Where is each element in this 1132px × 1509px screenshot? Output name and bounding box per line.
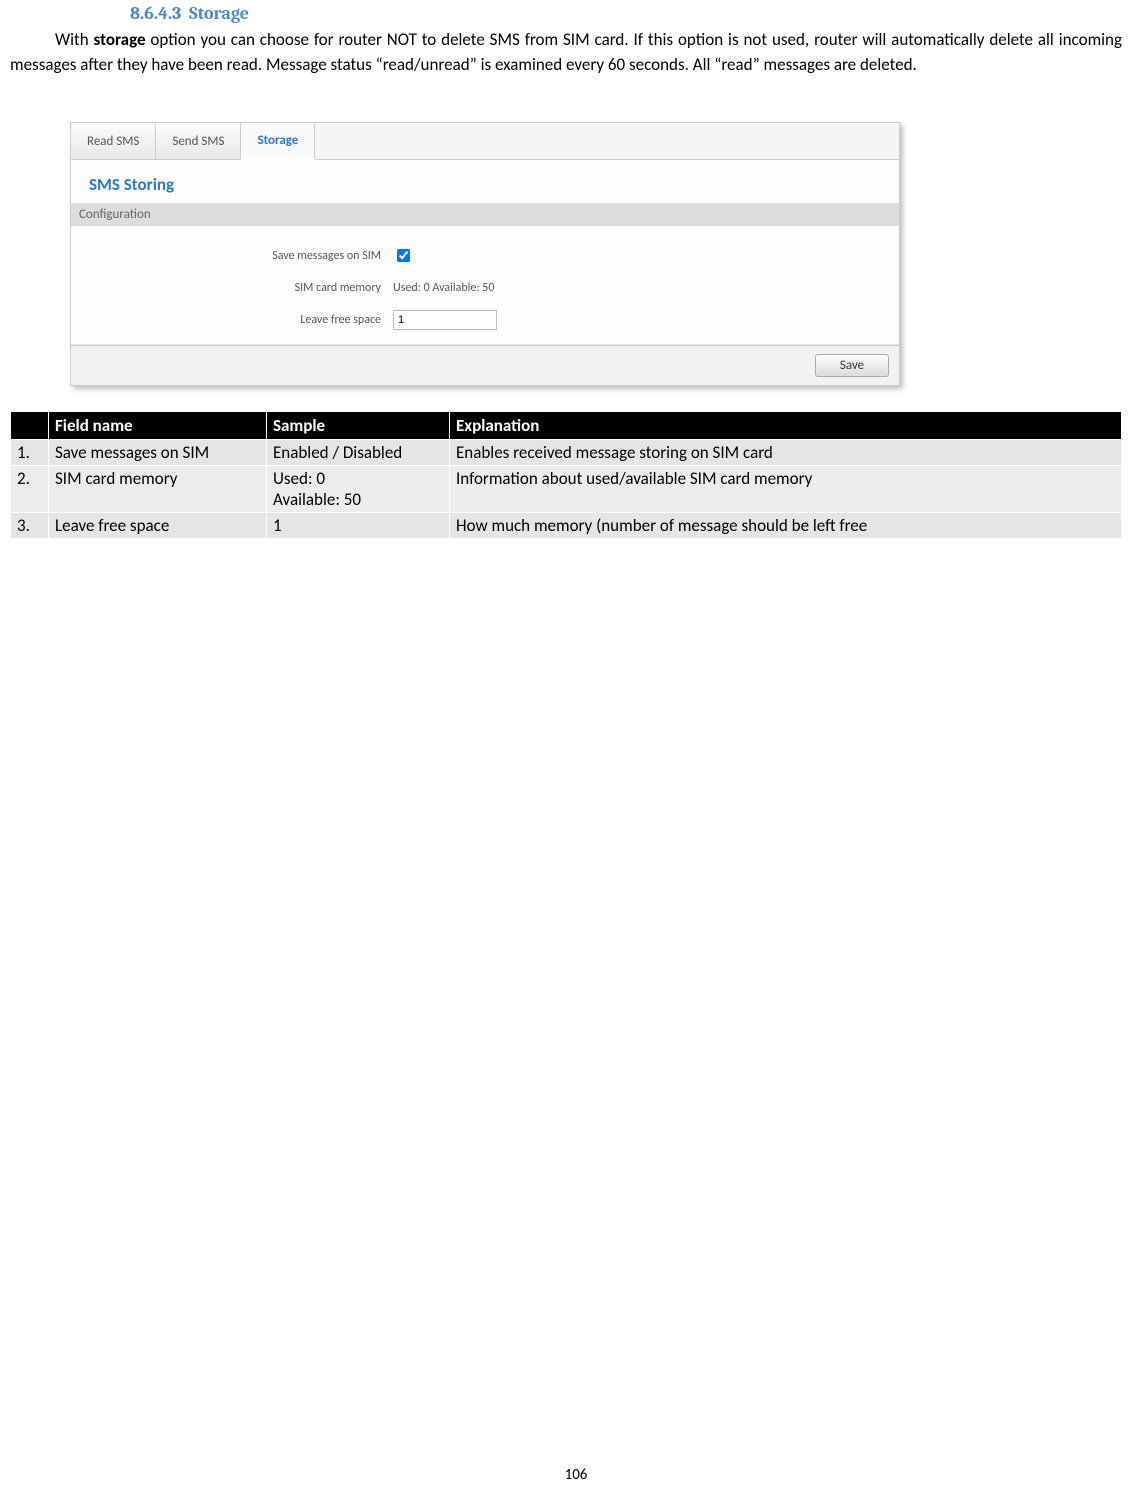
- section-title: Storage: [189, 3, 249, 24]
- th-sample: Sample: [267, 412, 450, 440]
- cell-num: 3.: [11, 513, 49, 539]
- th-field: Field name: [49, 412, 267, 440]
- cell-num: 1.: [11, 440, 49, 466]
- table-row: 2. SIM card memory Used: 0 Available: 50…: [11, 466, 1122, 513]
- table-row: 1. Save messages on SIM Enabled / Disabl…: [11, 440, 1122, 466]
- value-sim-memory: Used: 0 Available: 50: [389, 281, 494, 295]
- page-number: 106: [10, 1466, 1132, 1484]
- cell-sample: Enabled / Disabled: [267, 440, 450, 466]
- cell-name: Save messages on SIM: [49, 440, 267, 466]
- config-header: Configuration: [71, 203, 899, 226]
- body-paragraph: With storage option you can choose for r…: [10, 28, 1122, 77]
- cell-name: Leave free space: [49, 513, 267, 539]
- table-row: 3. Leave free space 1 How much memory (n…: [11, 513, 1122, 539]
- form-body: Save messages on SIM SIM card memory Use…: [71, 226, 899, 344]
- para-bold: storage: [94, 29, 146, 50]
- screenshot-container: Read SMS Send SMS Storage SMS Storing Co…: [70, 122, 900, 386]
- label-sim-memory: SIM card memory: [81, 281, 389, 295]
- tab-send-sms[interactable]: Send SMS: [156, 123, 241, 159]
- tabs-bar: Read SMS Send SMS Storage: [71, 123, 899, 160]
- cell-num: 2.: [11, 466, 49, 513]
- checkbox-save-messages[interactable]: [397, 249, 410, 262]
- cell-name: SIM card memory: [49, 466, 267, 513]
- cell-sample: Used: 0 Available: 50: [267, 466, 450, 513]
- input-leave-space[interactable]: [393, 310, 497, 330]
- tab-storage[interactable]: Storage: [241, 123, 315, 160]
- cell-expl: Information about used/available SIM car…: [450, 466, 1122, 513]
- cell-expl: How much memory (number of message shoul…: [450, 513, 1122, 539]
- para-prefix: With: [55, 29, 94, 50]
- cell-expl: Enables received message storing on SIM …: [450, 440, 1122, 466]
- label-leave-space: Leave free space: [81, 313, 389, 327]
- section-number: 8.6.4.3: [130, 3, 181, 24]
- panel-title: SMS Storing: [71, 160, 899, 203]
- cell-sample: 1: [267, 513, 450, 539]
- section-heading: 8.6.4.3 Storage: [130, 3, 1122, 24]
- button-row: Save: [71, 346, 899, 385]
- description-table: Field name Sample Explanation 1. Save me…: [10, 411, 1122, 539]
- th-num: [11, 412, 49, 440]
- para-rest: option you can choose for router NOT to …: [10, 29, 1122, 75]
- tab-read-sms[interactable]: Read SMS: [71, 123, 156, 159]
- save-button[interactable]: Save: [815, 354, 889, 377]
- label-save-messages: Save messages on SIM: [81, 249, 389, 263]
- th-expl: Explanation: [450, 412, 1122, 440]
